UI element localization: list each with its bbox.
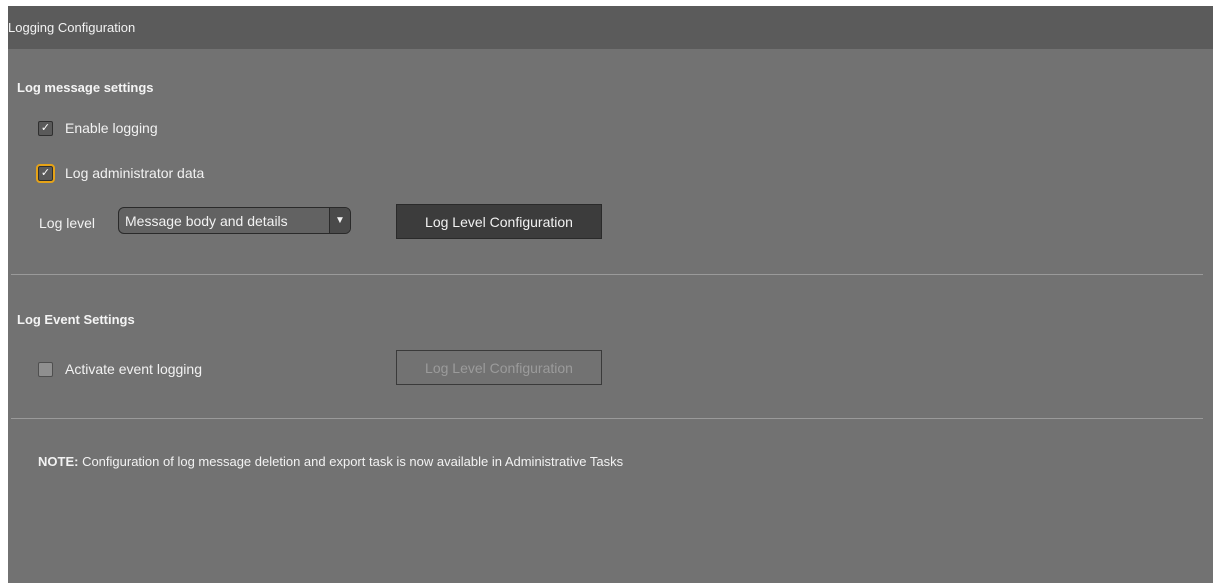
- note-prefix: NOTE:: [38, 454, 79, 469]
- enable-logging-row[interactable]: ✓ Enable logging: [38, 119, 158, 137]
- note-text: Configuration of log message deletion an…: [78, 454, 624, 469]
- log-level-select[interactable]: Message body and details ▼: [118, 207, 351, 234]
- log-level-configuration-button[interactable]: Log Level Configuration: [396, 204, 602, 239]
- admin-tasks-note: NOTE: Configuration of log message delet…: [38, 454, 623, 469]
- log-event-settings-heading: Log Event Settings: [17, 312, 135, 327]
- logging-configuration-panel: Logging Configuration Log message settin…: [0, 6, 1213, 583]
- enable-logging-label[interactable]: Enable logging: [65, 120, 158, 136]
- activate-event-logging-row[interactable]: Activate event logging: [38, 360, 202, 378]
- activate-event-logging-label[interactable]: Activate event logging: [65, 361, 202, 377]
- activate-event-logging-checkbox[interactable]: [38, 361, 53, 377]
- log-level-label: Log level: [39, 215, 96, 231]
- log-level-selected-value: Message body and details: [125, 212, 288, 229]
- check-icon: ✓: [40, 166, 51, 179]
- log-message-settings-heading: Log message settings: [17, 80, 154, 95]
- panel-title: Logging Configuration: [8, 20, 136, 35]
- panel-left-edge: [0, 49, 8, 583]
- check-icon: ✓: [40, 121, 51, 134]
- log-admin-data-row[interactable]: ✓ Log administrator data: [36, 163, 204, 183]
- log-admin-data-label[interactable]: Log administrator data: [65, 165, 204, 181]
- panel-header: Logging Configuration: [0, 6, 1213, 49]
- dropdown-arrow-icon[interactable]: ▼: [329, 208, 350, 233]
- event-log-level-configuration-button: Log Level Configuration: [396, 350, 602, 385]
- log-admin-data-checkbox[interactable]: ✓: [36, 163, 55, 183]
- enable-logging-checkbox[interactable]: ✓: [38, 120, 53, 136]
- section-divider: [11, 274, 1203, 275]
- section-divider: [11, 418, 1203, 419]
